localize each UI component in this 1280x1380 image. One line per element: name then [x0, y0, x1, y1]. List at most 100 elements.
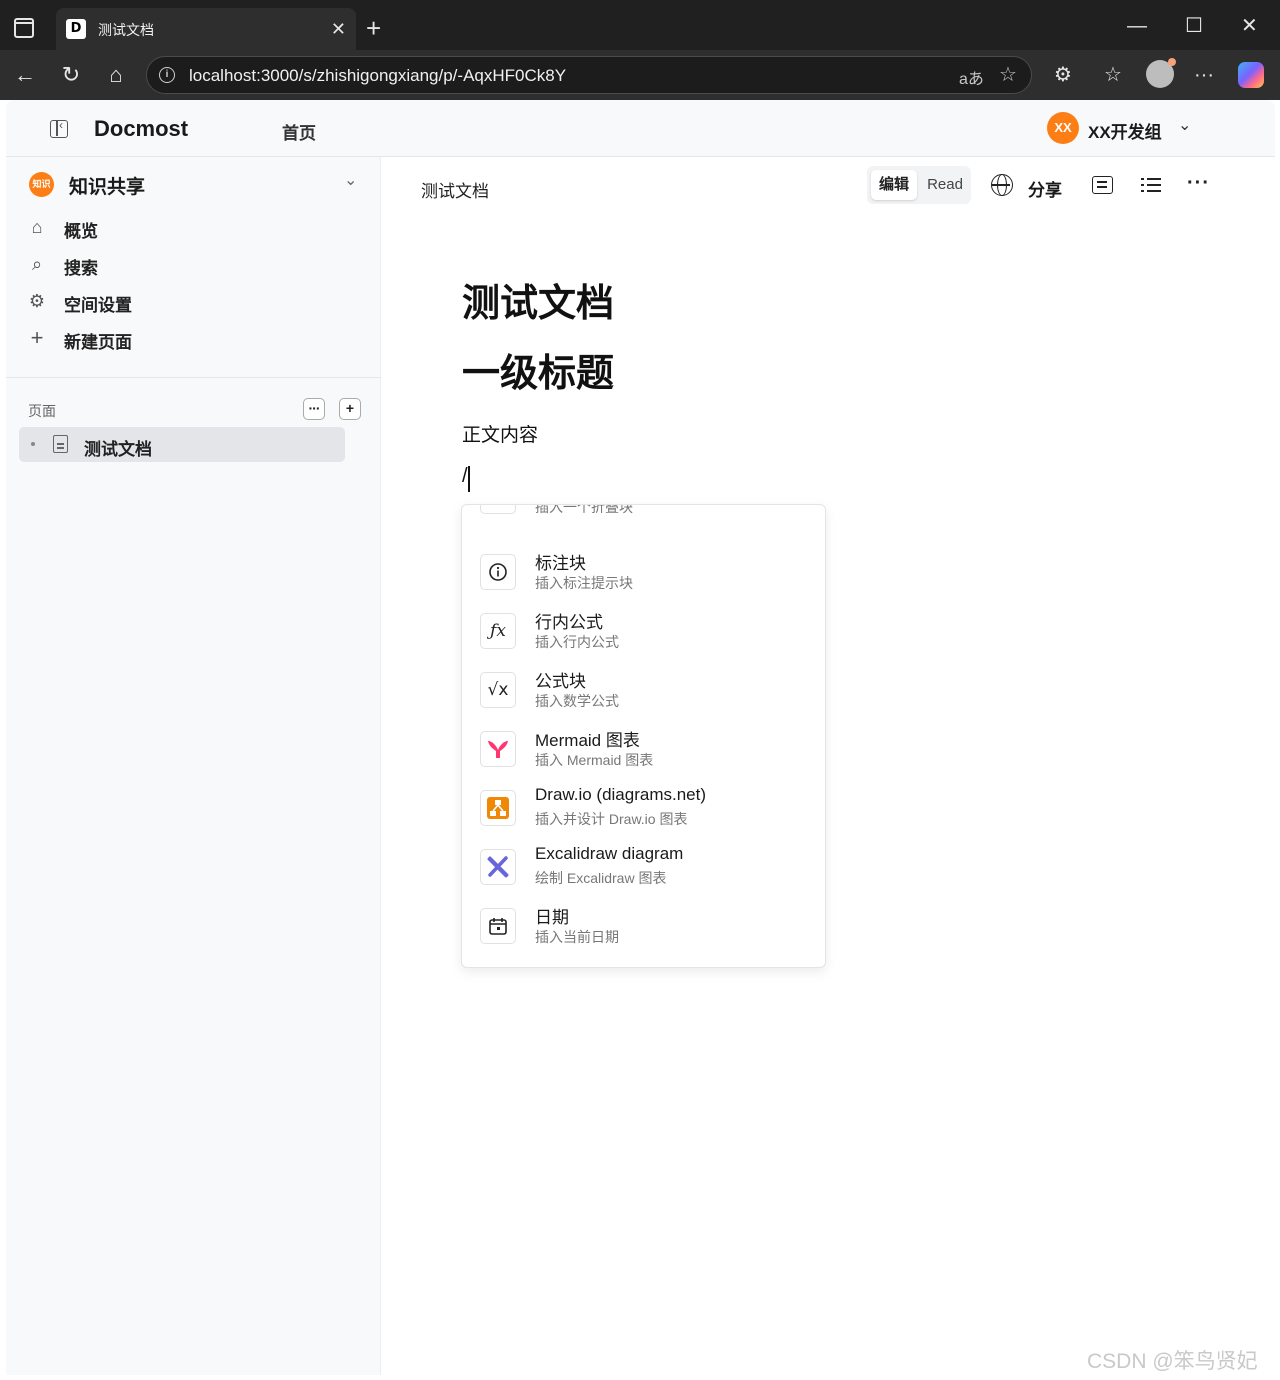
- chevron-down-icon[interactable]: ⌄: [1178, 115, 1191, 135]
- home-link[interactable]: 首页: [282, 119, 316, 144]
- slash-menu-item-date[interactable]: 日期 插入当前日期: [462, 899, 825, 957]
- slash-command-text[interactable]: /: [462, 465, 468, 488]
- menu-item-title: Mermaid 图表: [535, 731, 640, 750]
- sidebar-item-label: 概览: [64, 222, 98, 241]
- menu-item-desc: 插入当前日期: [535, 929, 619, 945]
- browser-tab[interactable]: D 测试文档 ✕: [56, 8, 356, 50]
- menu-item-desc: 插入标注提示块: [535, 575, 633, 591]
- workspace-avatar[interactable]: XX: [1047, 112, 1079, 144]
- url-text[interactable]: localhost:3000/s/zhishigongxiang/p/-AqxH…: [189, 66, 566, 86]
- space-name[interactable]: 知识共享: [69, 172, 145, 199]
- slash-menu-item-math-block[interactable]: √x 公式块 插入数学公式: [462, 663, 825, 721]
- browser-toolbar: ← ↻ ⌂ i localhost:3000/s/zhishigongxiang…: [0, 50, 1280, 100]
- search-icon: ⌕: [31, 254, 43, 274]
- app-header: Docmost 首页 XX XX开发组 ⌄: [6, 100, 1275, 157]
- read-mode-button[interactable]: Read: [924, 170, 966, 200]
- tab-favicon: D: [66, 19, 86, 39]
- mermaid-icon: [480, 731, 516, 767]
- add-page-button[interactable]: +: [339, 398, 361, 420]
- text-caret: [468, 466, 470, 492]
- sidebar-divider: [6, 377, 381, 378]
- slash-menu-item-mermaid[interactable]: Mermaid 图表 插入 Mermaid 图表: [462, 722, 825, 780]
- heading-1[interactable]: 一级标题: [462, 342, 614, 397]
- slash-menu-item-collapsible[interactable]: 插入一个折叠块: [462, 504, 825, 527]
- new-tab-icon[interactable]: +: [366, 14, 381, 42]
- breadcrumb-title[interactable]: 测试文档: [421, 177, 489, 202]
- table-of-contents-icon[interactable]: [1141, 177, 1161, 193]
- brand-logo[interactable]: Docmost: [94, 116, 188, 142]
- drawio-icon: [480, 790, 516, 826]
- sidebar-item-new-page[interactable]: + 新建页面: [26, 325, 366, 353]
- calendar-icon: [480, 908, 516, 944]
- sidebar-toggle-icon[interactable]: [50, 118, 68, 138]
- page-tree-label: 测试文档: [84, 440, 152, 459]
- sidebar-item-label: 空间设置: [64, 296, 132, 315]
- copilot-icon[interactable]: [1238, 62, 1264, 88]
- app-window: Docmost 首页 XX XX开发组 ⌄ 知识 知识共享 ⌄ ⌂ 概览 ⌕ 搜…: [6, 100, 1275, 1375]
- gear-icon: ⚙: [28, 291, 46, 311]
- space-chevron-down-icon[interactable]: ⌄: [344, 170, 357, 190]
- address-bar[interactable]: i localhost:3000/s/zhishigongxiang/p/-Aq…: [146, 56, 1032, 94]
- slash-menu-item-excalidraw[interactable]: Excalidraw diagram 绘制 Excalidraw 图表: [462, 840, 825, 898]
- document-title[interactable]: 测试文档: [462, 272, 614, 327]
- favorite-star-icon[interactable]: ☆: [999, 62, 1017, 87]
- menu-item-desc: 插入数学公式: [535, 693, 619, 709]
- menu-item-title: 日期: [535, 908, 569, 927]
- menu-item-title: Excalidraw diagram: [535, 844, 684, 863]
- tab-title: 测试文档: [98, 22, 154, 38]
- sidebar-item-label: 搜索: [64, 259, 98, 278]
- tab-actions-icon[interactable]: [14, 18, 34, 38]
- comment-icon[interactable]: [1092, 176, 1113, 194]
- sidebar-item-label: 新建页面: [64, 333, 132, 352]
- sidebar-item-overview[interactable]: ⌂ 概览: [26, 214, 366, 242]
- extensions-icon[interactable]: ⚙: [1054, 62, 1072, 88]
- minimize-icon[interactable]: —: [1127, 14, 1147, 38]
- menu-item-desc: 插入一个折叠块: [535, 504, 633, 515]
- page-tree-item[interactable]: 测试文档: [19, 427, 345, 462]
- sidebar-item-space-settings[interactable]: ⚙ 空间设置: [26, 288, 366, 316]
- slash-menu-item-drawio[interactable]: Draw.io (diagrams.net) 插入并设计 Draw.io 图表: [462, 781, 825, 839]
- globe-icon[interactable]: [991, 174, 1013, 196]
- refresh-icon[interactable]: ↻: [58, 62, 84, 88]
- collapsible-icon: [480, 505, 516, 514]
- workspace-name[interactable]: XX开发组: [1088, 118, 1162, 143]
- home-icon: ⌂: [31, 217, 43, 237]
- space-avatar: 知识: [29, 172, 54, 197]
- tab-close-icon[interactable]: ✕: [331, 17, 346, 41]
- sidebar: 知识 知识共享 ⌄ ⌂ 概览 ⌕ 搜索 ⚙ 空间设置 + 新建页面 页面 ···…: [6, 157, 381, 1375]
- menu-item-title: 行内公式: [535, 613, 603, 632]
- menu-item-desc: 插入并设计 Draw.io 图表: [535, 811, 688, 827]
- info-icon: [480, 554, 516, 590]
- menu-item-title: 标注块: [535, 554, 586, 573]
- pages-more-button[interactable]: ···: [303, 398, 325, 420]
- excalidraw-icon: [480, 849, 516, 885]
- plus-icon: +: [30, 325, 44, 350]
- more-menu-icon[interactable]: ···: [1194, 62, 1214, 88]
- edit-mode-button[interactable]: 编辑: [871, 170, 917, 200]
- home-icon[interactable]: ⌂: [103, 62, 129, 88]
- watermark: CSDN @笨鸟贤妃: [1087, 1350, 1258, 1373]
- more-options-icon[interactable]: ···: [1187, 172, 1210, 195]
- menu-item-title: 公式块: [535, 672, 586, 691]
- paragraph[interactable]: 正文内容: [462, 420, 538, 447]
- menu-item-desc: 插入 Mermaid 图表: [535, 752, 654, 768]
- back-icon[interactable]: ←: [12, 62, 38, 88]
- menu-item-desc: 插入行内公式: [535, 634, 619, 650]
- favorites-icon[interactable]: ☆: [1104, 62, 1122, 88]
- menu-item-desc: 绘制 Excalidraw 图表: [535, 870, 667, 886]
- function-icon: ƒx: [480, 613, 516, 649]
- profile-avatar[interactable]: [1146, 58, 1176, 88]
- share-button[interactable]: 分享: [1028, 176, 1062, 201]
- slash-menu-item-inline-math[interactable]: ƒx 行内公式 插入行内公式: [462, 604, 825, 662]
- sidebar-item-search[interactable]: ⌕ 搜索: [26, 251, 366, 279]
- slash-menu-item-callout[interactable]: 标注块 插入标注提示块: [462, 545, 825, 603]
- browser-titlebar: D 测试文档 ✕ + — ☐ ✕: [0, 0, 1280, 56]
- site-info-icon[interactable]: i: [159, 67, 175, 83]
- document-icon: [53, 435, 68, 453]
- mode-toggle: 编辑 Read: [867, 166, 971, 204]
- translate-icon[interactable]: aあ: [959, 65, 984, 89]
- maximize-icon[interactable]: ☐: [1185, 14, 1203, 38]
- menu-item-title: Draw.io (diagrams.net): [535, 785, 707, 804]
- close-window-icon[interactable]: ✕: [1241, 14, 1258, 38]
- tree-bullet-icon: [31, 442, 35, 446]
